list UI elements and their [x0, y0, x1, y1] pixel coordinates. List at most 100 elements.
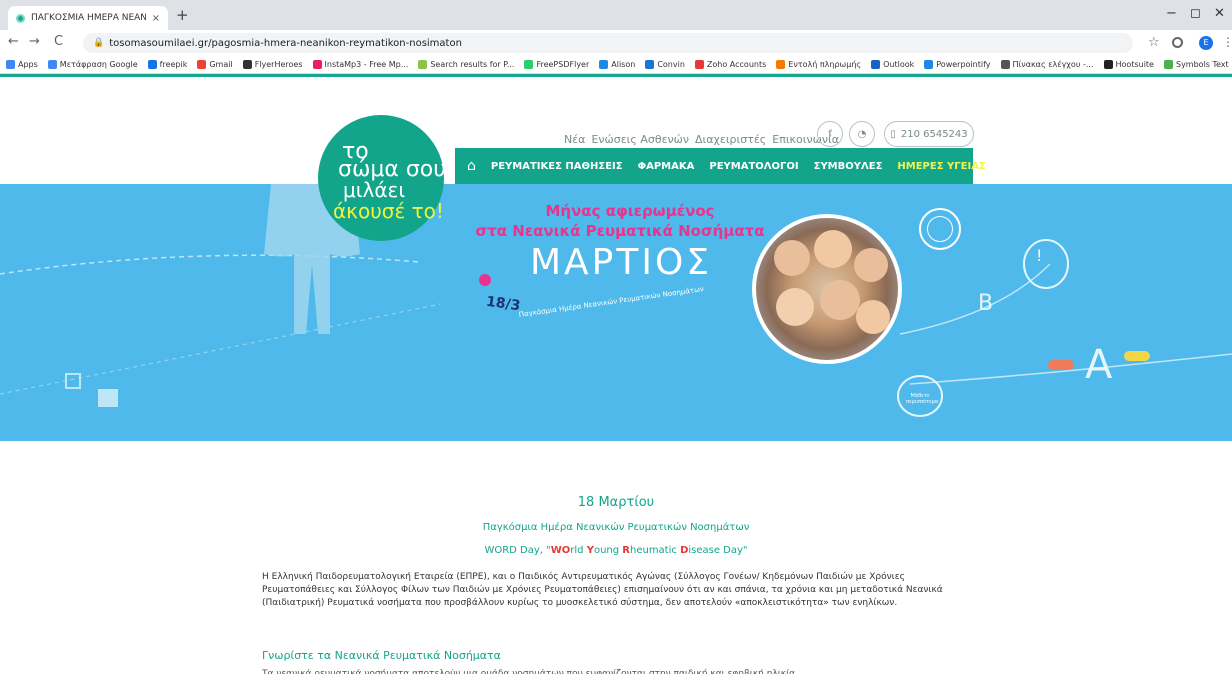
site-favicon-icon	[16, 13, 25, 23]
children-photo	[752, 214, 902, 364]
close-window-button[interactable]: ✕	[1214, 6, 1225, 21]
bookmark-label: FlyerHeroes	[254, 60, 303, 69]
bookmark-item[interactable]: FlyerHeroes	[242, 60, 303, 69]
bookmark-item[interactable]: Εντολή πληρωμής	[776, 60, 861, 69]
bookmark-label: Εντολή πληρωμής	[788, 60, 862, 69]
tab-title: ΠΑΓΚΟΣΜΙΑ ΗΜΕΡΑ ΝΕΑΝΙΚΩΝ	[31, 13, 146, 23]
bookmark-item[interactable]: Πίνακας ελέγχου -...	[1000, 60, 1094, 69]
bookmarks-bar: Apps Μετάφραση Google freepik Gmail FlyerHer…	[0, 56, 1232, 74]
profile-avatar[interactable]: E	[1199, 36, 1213, 50]
url-text: tosomasoumilaei.gr/pagosmia-hmera-neanik…	[109, 37, 462, 49]
top-accent-line	[0, 74, 1232, 77]
bookmark-favicon-icon	[599, 60, 609, 69]
bookmark-favicon-icon	[924, 60, 934, 69]
lock-icon: 🔒	[93, 38, 105, 48]
bookmark-label: Gmail	[209, 60, 233, 69]
nav-medicines[interactable]: ΦΑΡΜΑΚΑ	[638, 161, 695, 172]
bookmark-label: InstaMp3 - Free Mp...	[324, 60, 409, 69]
bookmark-item[interactable]: freepik	[147, 60, 188, 69]
nav-health-days[interactable]: ΗΜΕΡΕΣ ΥΓΕΙΑΣ	[897, 161, 985, 172]
nav-rheumatic-diseases[interactable]: ΡΕΥΜΑΤΙΚΕΣ ΠΑΘΗΣΕΙΣ	[491, 161, 623, 172]
nav-advice[interactable]: ΣΥΜΒΟΥΛΕΣ	[814, 161, 883, 172]
bookmark-item[interactable]: Hootsuite	[1103, 60, 1154, 69]
bookmark-label: Μετάφραση Google	[59, 60, 138, 69]
bookmark-favicon-icon	[694, 60, 704, 69]
bookmark-favicon-icon	[871, 60, 881, 69]
bookmark-favicon-icon	[47, 60, 57, 69]
logo-text-2: σώμα σου	[338, 157, 446, 182]
home-icon[interactable]: ⌂	[467, 158, 476, 174]
content-title: 18 Μαρτίου	[577, 495, 655, 510]
bookmark-item[interactable]: Apps	[6, 60, 38, 69]
bookmark-favicon-icon	[1163, 60, 1173, 69]
minimize-button[interactable]: −	[1166, 6, 1177, 21]
bookmark-favicon-icon	[524, 60, 534, 69]
bookmark-label: FreePSDFlyer	[536, 60, 590, 69]
bookmark-label: Zoho Accounts	[706, 60, 767, 69]
bookmark-label: Alison	[611, 60, 636, 69]
bookmark-favicon-icon	[1000, 60, 1010, 69]
bookmark-label: Apps	[18, 60, 38, 69]
new-tab-button[interactable]: +	[176, 6, 189, 24]
maximize-button[interactable]: ◻	[1190, 6, 1201, 21]
extension-icon[interactable]	[1172, 37, 1183, 48]
browser-tabbar: ΠΑΓΚΟΣΜΙΑ ΗΜΕΡΑ ΝΕΑΝΙΚΩΝ × + − ◻ ✕	[0, 0, 1232, 30]
bookmark-label: freepik	[159, 60, 188, 69]
logo-text-3: μιλάει	[343, 178, 406, 202]
browser-tab[interactable]: ΠΑΓΚΟΣΜΙΑ ΗΜΕΡΑ ΝΕΑΝΙΚΩΝ ×	[8, 6, 168, 30]
top-link-admins[interactable]: Διαχειριστές	[695, 133, 766, 146]
bookmark-item[interactable]: Alison	[599, 60, 635, 69]
bookmark-label: Πίνακας ελέγχου -...	[1012, 60, 1094, 69]
bookmark-favicon-icon	[147, 60, 157, 69]
tab-close-icon[interactable]: ×	[152, 13, 160, 24]
facebook-icon[interactable]: f	[817, 121, 843, 147]
learn-more-bubble[interactable]: Μάθετε περισσότερα	[906, 393, 938, 405]
main-navigation: ⌂ ΡΕΥΜΑΤΙΚΕΣ ΠΑΘΗΣΕΙΣ ΦΑΡΜΑΚΑ ΡΕΥΜΑΤΟΛΟΓ…	[455, 148, 986, 184]
reload-icon[interactable]: C	[54, 34, 63, 49]
address-toolbar: ← → C 🔒 tosomasoumilaei.gr/pagosmia-hmer…	[0, 30, 1232, 56]
top-links: Νέα Ενώσεις Ασθενών Διαχειριστές Επικοιν…	[564, 133, 839, 146]
bookmark-label: Search results for P...	[430, 60, 515, 69]
rss-icon[interactable]: ◔	[849, 121, 875, 147]
top-link-associations[interactable]: Ενώσεις Ασθενών	[591, 133, 689, 146]
phone-button[interactable]: ▯ 210 6545243	[884, 121, 974, 147]
bookmark-favicon-icon	[645, 60, 655, 69]
bookmark-label: Hootsuite	[1115, 60, 1154, 69]
bookmark-label: Outlook	[883, 60, 915, 69]
hero-title-line1: Μήνας αφιερωμένος	[545, 202, 715, 220]
bookmark-item[interactable]: Outlook	[871, 60, 914, 69]
back-arrow-icon[interactable]: ←	[8, 34, 19, 49]
bookmark-item[interactable]: Convin	[645, 60, 685, 69]
hero-exclaim: !	[1036, 246, 1043, 265]
hero-month: ΜΑΡΤΙΟΣ	[529, 242, 713, 283]
hero-letter-b: B	[978, 291, 994, 316]
bookmark-item[interactable]: Gmail	[197, 60, 233, 69]
bookmark-item[interactable]: FreePSDFlyer	[524, 60, 589, 69]
forward-arrow-icon[interactable]: →	[29, 34, 40, 49]
bookmark-favicon-icon	[197, 60, 207, 69]
menu-kebab-icon[interactable]: ⋮	[1222, 35, 1232, 49]
society-seal-logo	[919, 208, 961, 250]
bookmark-star-icon[interactable]: ☆	[1148, 35, 1160, 50]
bookmark-favicon-icon	[1103, 60, 1113, 69]
nav-rheumatologists[interactable]: ΡΕΥΜΑΤΟΛΟΓΟΙ	[709, 161, 798, 172]
top-link-news[interactable]: Νέα	[564, 133, 585, 146]
bookmark-label: Powerpointify	[936, 60, 991, 69]
content-subtitle: Παγκόσμια Ημέρα Νεανικών Ρευματικών Νοση…	[482, 522, 750, 533]
phone-number: 210 6545243	[900, 128, 968, 140]
logo-text-4: άκουσέ το!	[333, 199, 444, 223]
bookmark-label: Convin	[657, 60, 685, 69]
bookmark-item[interactable]: Search results for P...	[418, 60, 514, 69]
hero-title-line2: στα Νεανικά Ρευματικά Νοσήματα	[475, 222, 765, 240]
bookmark-item[interactable]: InstaMp3 - Free Mp...	[312, 60, 409, 69]
bookmark-favicon-icon	[418, 60, 428, 69]
bookmark-item[interactable]: Symbols Text	[1163, 60, 1229, 69]
bookmark-item[interactable]: Zoho Accounts	[694, 60, 767, 69]
hero-letter-a: A	[1085, 342, 1113, 388]
bookmark-item[interactable]: Powerpointify	[924, 60, 991, 69]
url-bar[interactable]: 🔒 tosomasoumilaei.gr/pagosmia-hmera-nean…	[83, 33, 1133, 53]
intro-paragraph: Η Ελληνική Παιδορευματολογική Εταιρεία (…	[262, 572, 943, 608]
bookmark-favicon-icon	[312, 60, 322, 69]
bookmark-item[interactable]: Μετάφραση Google	[47, 60, 138, 69]
bookmark-favicon-icon	[242, 60, 252, 69]
